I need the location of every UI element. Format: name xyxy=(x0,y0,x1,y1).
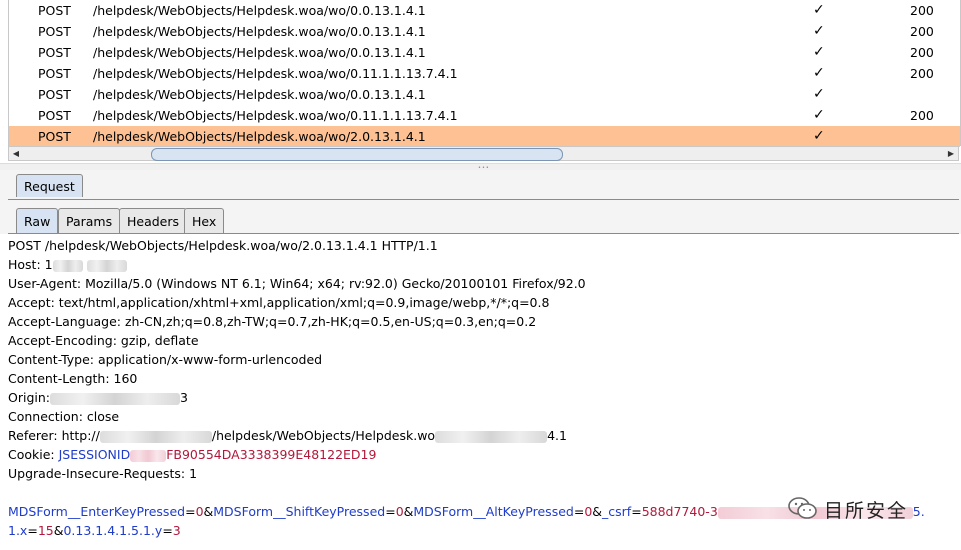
redacted-blur xyxy=(50,392,180,405)
table-row[interactable]: POST/helpdesk/WebObjects/Helpdesk.woa/wo… xyxy=(9,21,960,42)
referer-header: Referer: http:// /helpdesk/WebObjects/Hel… xyxy=(8,426,953,445)
check-icon: ✓ xyxy=(813,128,825,144)
param-value: 15 xyxy=(37,523,54,538)
origin-tail: 3 xyxy=(180,390,188,405)
cookie-label: Cookie: xyxy=(8,447,59,462)
referer-label: Referer: http:// xyxy=(8,428,100,443)
table-row[interactable]: POST/helpdesk/WebObjects/Helpdesk.woa/wo… xyxy=(9,0,960,21)
check-icon: ✓ xyxy=(813,23,825,39)
cookie-value: FB90554DA3338399E48122ED19 xyxy=(166,447,377,462)
watermark-text: 目所安全 xyxy=(824,499,909,522)
request-tab-bar: Request xyxy=(0,170,961,200)
tab-headers[interactable]: Headers xyxy=(119,208,188,233)
referer-path: /helpdesk/WebObjects/Helpdesk.wo xyxy=(211,428,436,443)
accept-language-header: Accept-Language: zh-CN,zh;q=0.8,zh-TW;q=… xyxy=(8,314,537,329)
method-cell: POST xyxy=(38,108,71,123)
history-table: POST/helpdesk/WebObjects/Helpdesk.woa/wo… xyxy=(8,0,961,147)
method-cell: POST xyxy=(38,3,71,18)
url-cell: /helpdesk/WebObjects/Helpdesk.woa/wo/0.0… xyxy=(93,24,426,39)
param-key: 1.x xyxy=(8,523,28,538)
method-cell: POST xyxy=(38,129,71,144)
status-cell: 200 xyxy=(910,108,934,123)
status-cell: 200 xyxy=(910,3,934,18)
url-cell: /helpdesk/WebObjects/Helpdesk.woa/wo/0.1… xyxy=(93,108,458,123)
left-arrow-icon[interactable]: ◀ xyxy=(9,147,23,160)
divider xyxy=(8,233,959,234)
check-icon: ✓ xyxy=(813,65,825,81)
request-line: POST /helpdesk/WebObjects/Helpdesk.woa/w… xyxy=(8,238,438,253)
connection-header: Connection: close xyxy=(8,409,120,424)
param-value: 0 xyxy=(195,504,204,519)
method-cell: POST xyxy=(38,66,71,81)
host-header: Host: 1 xyxy=(8,255,953,274)
check-icon: ✓ xyxy=(813,2,825,18)
content-type-header: Content-Type: application/x-www-form-url… xyxy=(8,352,323,367)
referer-tail: 4.1 xyxy=(547,428,567,443)
url-cell: /helpdesk/WebObjects/Helpdesk.woa/wo/0.0… xyxy=(93,45,426,60)
accept-header: Accept: text/html,application/xhtml+xml,… xyxy=(8,295,550,310)
param-key: _csrf xyxy=(602,504,632,519)
param-tail: 5. xyxy=(912,504,925,519)
table-row[interactable]: POST/helpdesk/WebObjects/Helpdesk.woa/wo… xyxy=(9,84,960,105)
url-cell: /helpdesk/WebObjects/Helpdesk.woa/wo/2.0… xyxy=(93,129,426,144)
wechat-logo-icon xyxy=(788,496,818,522)
redacted-blur xyxy=(52,259,83,272)
tab-params[interactable]: Params xyxy=(58,208,121,233)
param-key: MDSForm__ShiftKeyPressed xyxy=(213,504,386,519)
redacted-blur xyxy=(130,449,167,462)
origin-header: Origin: 3 xyxy=(8,388,953,407)
check-icon: ✓ xyxy=(813,44,825,60)
message-subtabs: Raw Params Headers Hex xyxy=(0,200,961,234)
method-cell: POST xyxy=(38,24,71,39)
redacted-blur xyxy=(86,259,127,272)
param-key: MDSForm__EnterKeyPressed xyxy=(8,504,186,519)
upgrade-insecure-header: Upgrade-Insecure-Requests: 1 xyxy=(8,466,198,481)
param-value: 0 xyxy=(395,504,404,519)
method-cell: POST xyxy=(38,87,71,102)
content-length-header: Content-Length: 160 xyxy=(8,371,138,386)
url-cell: /helpdesk/WebObjects/Helpdesk.woa/wo/0.0… xyxy=(93,87,426,102)
user-agent-header: User-Agent: Mozilla/5.0 (Windows NT 6.1;… xyxy=(8,276,586,291)
check-icon: ✓ xyxy=(813,86,825,102)
table-row[interactable]: POST/helpdesk/WebObjects/Helpdesk.woa/wo… xyxy=(9,42,960,63)
scrollbar-thumb[interactable] xyxy=(151,148,563,161)
table-row[interactable]: POST/helpdesk/WebObjects/Helpdesk.woa/wo… xyxy=(9,105,960,126)
url-cell: /helpdesk/WebObjects/Helpdesk.woa/wo/0.1… xyxy=(93,66,458,81)
table-row[interactable]: POST/helpdesk/WebObjects/Helpdesk.woa/wo… xyxy=(9,126,960,147)
status-cell: 200 xyxy=(910,24,934,39)
param-value: 0 xyxy=(584,504,593,519)
watermark: 目所安全 xyxy=(788,494,908,524)
tab-raw[interactable]: Raw xyxy=(16,208,59,233)
tab-hex[interactable]: Hex xyxy=(184,208,225,233)
status-cell: 200 xyxy=(910,45,934,60)
table-row[interactable]: POST/helpdesk/WebObjects/Helpdesk.woa/wo… xyxy=(9,63,960,84)
method-cell: POST xyxy=(38,45,71,60)
host-label: Host: 1 xyxy=(8,257,53,272)
url-cell: /helpdesk/WebObjects/Helpdesk.woa/wo/0.0… xyxy=(93,3,426,18)
origin-label: Origin: xyxy=(8,390,50,405)
redacted-blur xyxy=(435,430,548,443)
cookie-name: JSESSIONID xyxy=(58,447,131,462)
redacted-blur xyxy=(99,430,212,443)
cookie-header: Cookie: JSESSIONID FB90554DA3338399E48122… xyxy=(8,445,953,464)
tab-request[interactable]: Request xyxy=(16,174,83,197)
param-value: 3 xyxy=(172,523,181,538)
accept-encoding-header: Accept-Encoding: gzip, deflate xyxy=(8,333,199,348)
status-cell: 200 xyxy=(910,66,934,81)
check-icon: ✓ xyxy=(813,107,825,123)
param-key: MDSForm__AltKeyPressed xyxy=(413,504,574,519)
right-arrow-icon[interactable]: ▶ xyxy=(944,147,958,160)
horizontal-scrollbar[interactable]: ◀ ▶ xyxy=(8,146,959,161)
param-value: 588d7740-3 xyxy=(641,504,718,519)
param-key: 0.13.1.4.1.5.1.y xyxy=(63,523,163,538)
